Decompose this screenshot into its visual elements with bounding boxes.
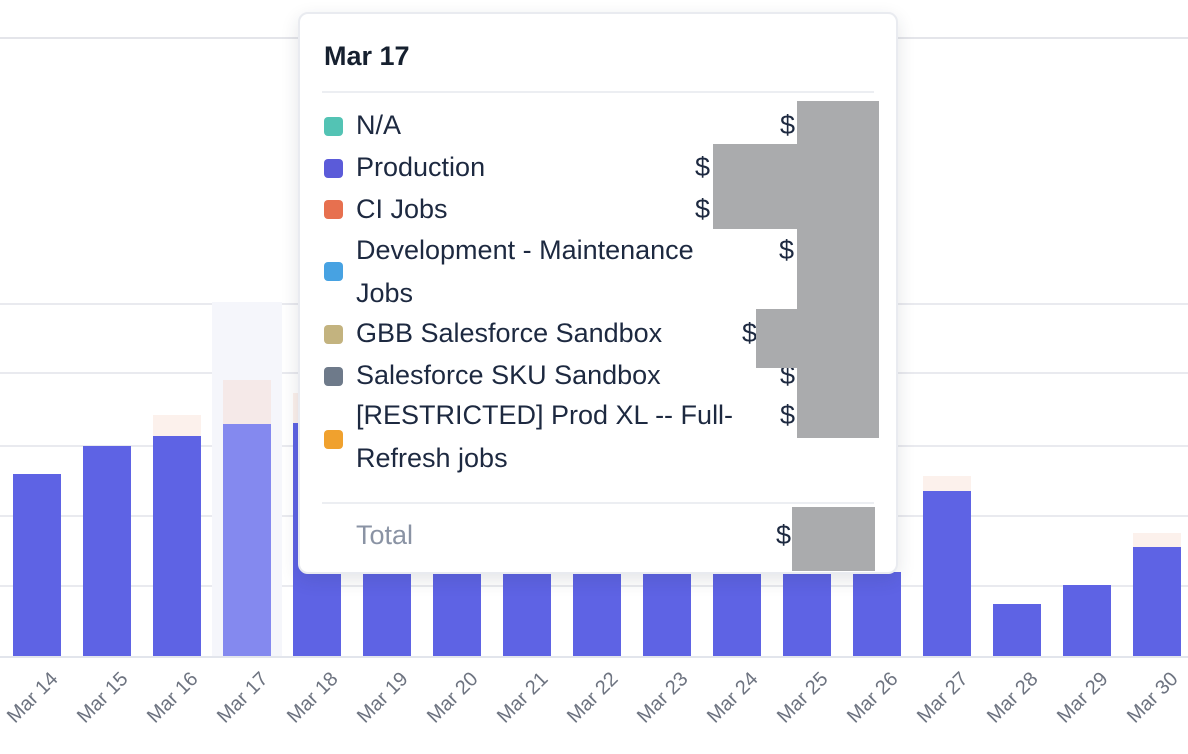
bar-segment-ci-jobs-mar-16[interactable] [153, 415, 201, 435]
bar-mar-28[interactable] [993, 604, 1041, 656]
redacted-value-block [792, 507, 875, 571]
tooltip-divider [322, 91, 874, 93]
series-swatch-dev-maintenance [324, 262, 343, 281]
bar-mar-25[interactable] [783, 572, 831, 656]
series-label-sku-sandbox: Salesforce SKU Sandbox [356, 354, 661, 397]
series-label-gbb-sandbox: GBB Salesforce Sandbox [356, 312, 662, 355]
x-axis-line [0, 656, 1188, 658]
series-value-dev-maintenance: $ [779, 229, 794, 272]
redacted-value-block [713, 144, 797, 229]
bar-mar-17[interactable] [223, 424, 271, 656]
cost-bar-chart: Mar 14Mar 15Mar 16Mar 17Mar 18Mar 19Mar … [0, 0, 1188, 754]
bar-mar-23[interactable] [643, 572, 691, 656]
bar-mar-21[interactable] [503, 572, 551, 656]
series-label-production: Production [356, 146, 485, 189]
series-value-production: $ [695, 146, 710, 189]
series-value-na: $ [780, 104, 795, 147]
series-swatch-restricted-prod-xl [324, 430, 343, 449]
bar-mar-16[interactable] [153, 436, 201, 656]
series-value-restricted-prod-xl: $ [780, 394, 795, 437]
bar-mar-19[interactable] [363, 572, 411, 656]
series-value-gbb-sandbox: $ [742, 312, 757, 355]
tooltip-divider [322, 502, 874, 504]
total-value: $ [776, 514, 791, 557]
series-swatch-ci-jobs [324, 200, 343, 219]
series-swatch-production [324, 159, 343, 178]
chart-tooltip: Mar 17 N/A $ Production $ CI Jobs $ Deve… [298, 12, 898, 574]
series-value-ci-jobs: $ [695, 188, 710, 231]
total-label: Total [356, 514, 413, 557]
bar-mar-22[interactable] [573, 572, 621, 656]
redacted-value-block [756, 309, 797, 368]
series-swatch-gbb-sandbox [324, 325, 343, 344]
bar-mar-24[interactable] [713, 572, 761, 656]
series-label-ci-jobs: CI Jobs [356, 188, 448, 231]
bar-mar-20[interactable] [433, 572, 481, 656]
bar-mar-29[interactable] [1063, 585, 1111, 656]
bar-mar-14[interactable] [13, 474, 61, 656]
bar-segment-ci-jobs-mar-30[interactable] [1133, 533, 1181, 547]
bar-mar-15[interactable] [83, 446, 131, 656]
bar-segment-ci-jobs-mar-27[interactable] [923, 476, 971, 491]
series-label-restricted-prod-xl: [RESTRICTED] Prod XL -- Full-Refresh job… [356, 394, 756, 480]
series-label-na: N/A [356, 104, 401, 147]
series-swatch-na [324, 117, 343, 136]
bar-mar-27[interactable] [923, 491, 971, 656]
series-label-dev-maintenance: Development - Maintenance Jobs [356, 229, 736, 315]
bar-mar-30[interactable] [1133, 547, 1181, 656]
redacted-value-block [797, 101, 879, 438]
tooltip-title: Mar 17 [324, 41, 410, 72]
bar-mar-26[interactable] [853, 572, 901, 656]
series-swatch-sku-sandbox [324, 367, 343, 386]
bar-segment-ci-jobs-mar-17[interactable] [223, 380, 271, 424]
